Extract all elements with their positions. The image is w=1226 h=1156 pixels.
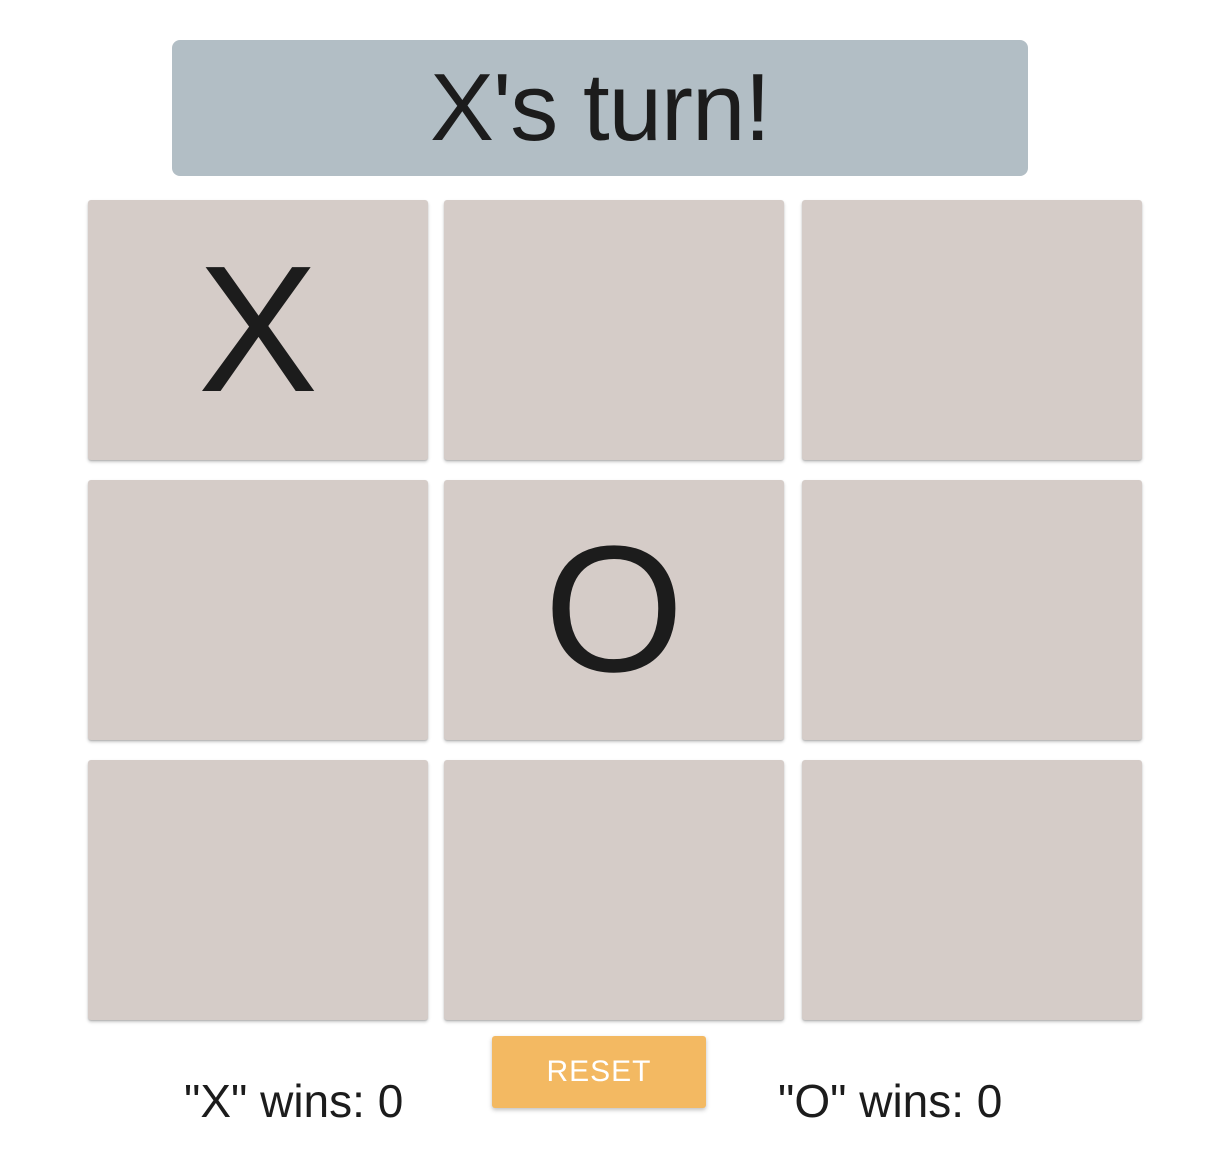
turn-status-text: X's turn!	[429, 54, 771, 161]
board-cell-3[interactable]	[802, 200, 1142, 460]
board-cell-6[interactable]	[802, 480, 1142, 740]
x-wins-counter: "X" wins: 0	[184, 1075, 404, 1127]
board-cell-2[interactable]	[444, 200, 784, 460]
cell-mark: X	[197, 229, 319, 430]
board-cell-5[interactable]: O	[444, 480, 784, 740]
turn-status-banner: X's turn!	[172, 40, 1028, 176]
board-cell-7[interactable]	[88, 760, 428, 1020]
game-board: X O	[88, 200, 1142, 1020]
o-wins-counter: "O" wins: 0	[778, 1075, 1003, 1127]
board-cell-9[interactable]	[802, 760, 1142, 1020]
board-cell-4[interactable]	[88, 480, 428, 740]
board-cell-1[interactable]: X	[88, 200, 428, 460]
reset-button[interactable]: RESET	[492, 1036, 706, 1108]
board-cell-8[interactable]	[444, 760, 784, 1020]
cell-mark: O	[543, 509, 684, 710]
